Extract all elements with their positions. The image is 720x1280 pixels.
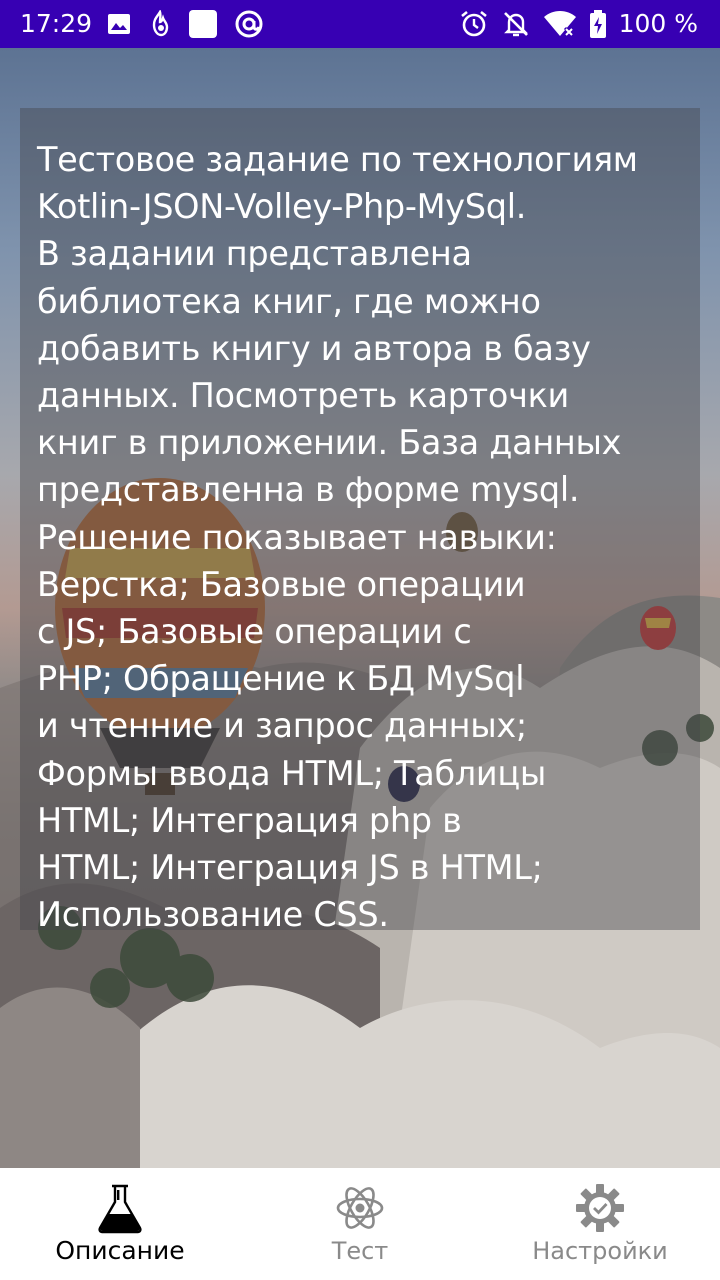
wifi-icon [543,10,577,38]
tab-settings-label: Настройки [532,1237,668,1265]
status-notification-icons [106,10,264,38]
battery-icon [589,9,607,39]
at-sign-icon [234,9,264,39]
battery-percentage: 100 % [618,9,698,38]
tab-description-label: Описание [55,1236,185,1265]
app-screen: 17:29 100 % Тестовое задание по технолог… [0,0,720,1280]
status-system-icons: 100 % [459,8,698,40]
status-bar: 17:29 100 % [0,0,720,48]
settings-gear-icon [576,1184,624,1232]
tab-description[interactable]: Описание [0,1168,240,1280]
alarm-icon [459,9,489,39]
tab-settings[interactable]: Настройки [480,1168,720,1280]
description-text: Тестовое задание по технологиям Kotlin-J… [37,140,638,935]
image-icon [106,11,132,37]
flask-icon [98,1184,142,1234]
do-not-disturb-icon [501,9,531,39]
atom-icon [336,1187,384,1229]
tab-test[interactable]: Тест [240,1168,480,1280]
bottom-navigation: Описание Тест Настройки [0,1168,720,1280]
notification-app-icon [148,10,172,38]
description-panel: Тестовое задание по технологиям Kotlin-J… [20,108,700,934]
status-time: 17:29 [20,9,93,38]
white-square-icon [188,9,218,39]
tab-test-label: Тест [331,1237,389,1265]
